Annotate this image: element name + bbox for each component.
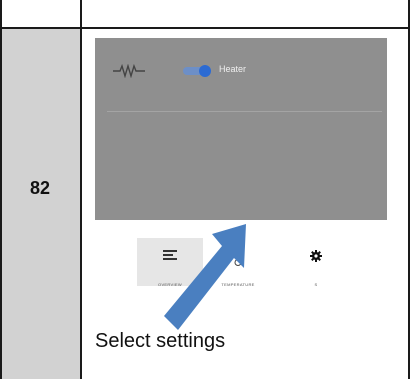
nav-item-settings[interactable]: S xyxy=(283,238,349,287)
instruction-caption: Select settings xyxy=(95,330,226,352)
nav-label-settings: S xyxy=(314,282,318,287)
resistor-icon xyxy=(113,64,145,78)
step-number: 82 xyxy=(29,178,51,198)
heater-toggle-label: Heater xyxy=(219,64,247,74)
table-row-divider xyxy=(0,27,410,29)
table-border-left xyxy=(0,0,2,379)
table-border-right xyxy=(408,0,410,379)
divider xyxy=(107,111,382,112)
toggle-knob xyxy=(199,65,211,77)
step-number-cell xyxy=(0,28,80,379)
instruction-table: 82 Heater OVERVIEW TEMPERATURE S Select … xyxy=(0,0,412,379)
pointer-arrow-icon xyxy=(164,224,246,330)
table-column-divider xyxy=(80,0,82,379)
previous-row-fragment xyxy=(88,0,168,6)
settings-gear-icon xyxy=(310,250,322,262)
heater-toggle[interactable] xyxy=(183,65,213,77)
